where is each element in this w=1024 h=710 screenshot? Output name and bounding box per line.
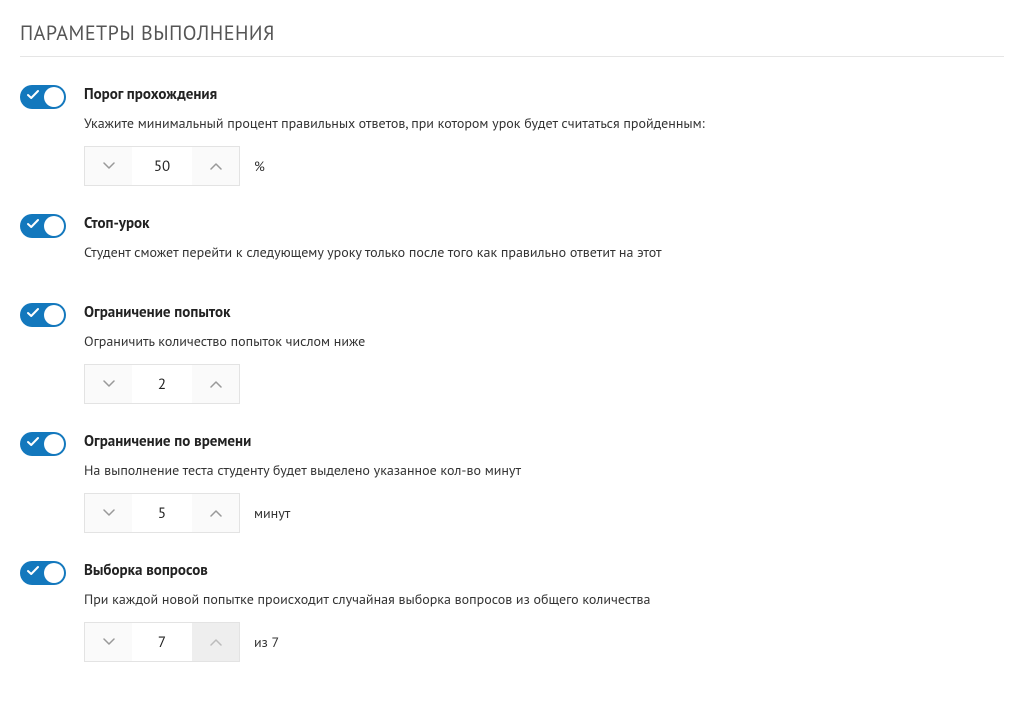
option-title: Ограничение по времени [84,432,1004,451]
stepper-value[interactable]: 2 [132,364,192,404]
stepper-increment [192,622,240,662]
chevron-up-icon [210,162,222,170]
option-stop-lesson: Стоп-урок Студент сможет перейти к следу… [20,214,1004,275]
unit-label: из 7 [254,633,279,651]
stepper-pass-threshold: 50 [84,146,240,186]
toggle-question-sample[interactable] [20,561,66,585]
option-question-sample: Выборка вопросов При каждой новой попытк… [20,561,1004,662]
stepper-time-limit: 5 [84,493,240,533]
option-title: Стоп-урок [84,214,1004,233]
toggle-knob [44,216,64,236]
chevron-down-icon [103,380,115,388]
chevron-up-icon [210,509,222,517]
toggle-knob [44,434,64,454]
stepper-value[interactable]: 50 [132,146,192,186]
option-title: Ограничение попыток [84,303,1004,322]
toggle-knob [44,305,64,325]
option-title: Выборка вопросов [84,561,1004,580]
toggle-pass-threshold[interactable] [20,85,66,109]
stepper-attempt-limit: 2 [84,364,240,404]
toggle-knob [44,87,64,107]
chevron-down-icon [103,509,115,517]
unit-label: % [254,157,265,175]
stepper-decrement[interactable] [84,493,132,533]
option-description: На выполнение теста студенту будет выдел… [84,461,1004,479]
stepper-question-sample: 7 [84,622,240,662]
check-icon [27,89,39,101]
stepper-increment[interactable] [192,364,240,404]
toggle-time-limit[interactable] [20,432,66,456]
section-title: ПАРАМЕТРЫ ВЫПОЛНЕНИЯ [20,20,1004,57]
stepper-increment[interactable] [192,493,240,533]
stepper-value[interactable]: 7 [132,622,192,662]
stepper-increment[interactable] [192,146,240,186]
option-description: Студент сможет перейти к следующему урок… [84,243,1004,261]
option-description: Укажите минимальный процент правильных о… [84,114,1004,132]
option-attempt-limit: Ограничение попыток Ограничить количеств… [20,303,1004,404]
stepper-value[interactable]: 5 [132,493,192,533]
check-icon [27,436,39,448]
toggle-attempt-limit[interactable] [20,303,66,327]
option-pass-threshold: Порог прохождения Укажите минимальный пр… [20,85,1004,186]
option-description: При каждой новой попытке происходит случ… [84,590,1004,608]
option-title: Порог прохождения [84,85,1004,104]
chevron-down-icon [103,162,115,170]
check-icon [27,565,39,577]
chevron-up-icon [210,380,222,388]
stepper-decrement[interactable] [84,622,132,662]
toggle-stop-lesson[interactable] [20,214,66,238]
unit-label: минут [254,504,290,522]
check-icon [27,307,39,319]
toggle-knob [44,563,64,583]
stepper-decrement[interactable] [84,364,132,404]
option-time-limit: Ограничение по времени На выполнение тес… [20,432,1004,533]
chevron-down-icon [103,638,115,646]
stepper-decrement[interactable] [84,146,132,186]
chevron-up-icon [210,638,222,646]
check-icon [27,218,39,230]
option-description: Ограничить количество попыток числом ниж… [84,332,1004,350]
